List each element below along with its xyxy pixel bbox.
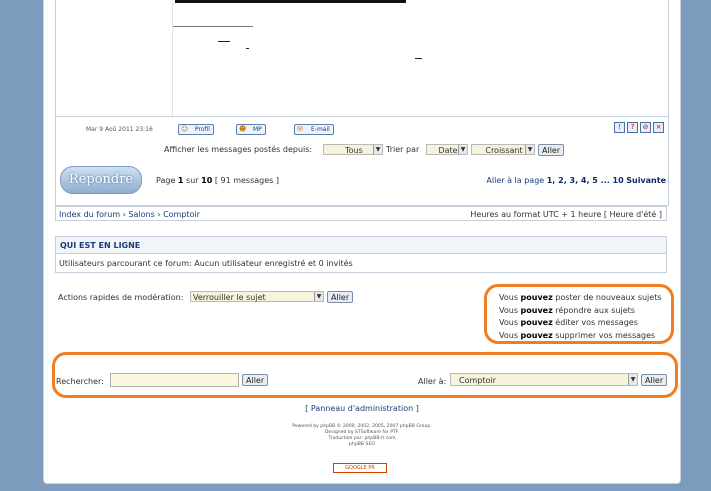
post-date: Mar 9 Aoû 2011 23:16 bbox=[86, 126, 153, 133]
permission-item: Vous pouvez supprimer vos messages bbox=[499, 330, 662, 343]
who-is-online-panel: QUI EST EN LIGNE Utilisateurs parcourant… bbox=[55, 236, 667, 273]
permission-text: éditer vos messages bbox=[555, 318, 638, 327]
footer-seo[interactable]: phpBB SEO bbox=[44, 442, 680, 448]
chevron-down-icon: ▼ bbox=[373, 145, 382, 154]
moderation-select-value: Verrouiller le sujet bbox=[193, 293, 266, 302]
page-total: 10 bbox=[201, 176, 213, 185]
chevron-down-icon: ▼ bbox=[458, 145, 467, 154]
moderation-go-button[interactable]: Aller bbox=[327, 291, 354, 303]
jump-go-button[interactable]: Aller bbox=[641, 374, 668, 386]
breadcrumb: Index du forum › Salons › Comptoir bbox=[59, 210, 200, 219]
breadcrumb-separator: › bbox=[157, 210, 161, 219]
email-button[interactable]: ✉ E-mail bbox=[294, 124, 334, 135]
pm-button-label: MP bbox=[253, 126, 262, 133]
permission-strong: pouvez bbox=[520, 330, 553, 340]
permission-item: Vous pouvez éditer vos messages bbox=[499, 317, 662, 330]
permissions-list: Vous pouvez poster de nouveaux sujets Vo… bbox=[499, 292, 662, 342]
chevron-down-icon: ▼ bbox=[525, 145, 534, 154]
order-select-value: Croissant bbox=[485, 146, 523, 155]
permission-strong: pouvez bbox=[520, 318, 553, 327]
who-is-online-title: QUI EST EN LIGNE bbox=[56, 237, 666, 254]
page-info: Page 1 sur 10 [ 91 messages ] bbox=[156, 176, 279, 185]
display-label: Afficher les messages postés depuis: bbox=[164, 145, 313, 154]
search-input[interactable] bbox=[110, 373, 239, 387]
email-button-label: E-mail bbox=[311, 126, 330, 133]
post-container: Mar 9 Aoû 2011 23:16 ☺ Profil ☻ MP ✉ E-m… bbox=[55, 0, 669, 138]
display-select-value: Tous bbox=[345, 146, 363, 155]
post-mark bbox=[218, 41, 230, 42]
permission-pre: Vous bbox=[499, 330, 518, 340]
page-links[interactable]: 1, 2, 3, 4, 5 ... 10 bbox=[547, 176, 624, 185]
permission-pre: Vous bbox=[499, 305, 518, 315]
breadcrumb-separator: › bbox=[122, 210, 126, 219]
display-select[interactable]: Tous ▼ bbox=[323, 144, 383, 155]
post-mark bbox=[246, 48, 249, 49]
permission-text: poster de nouveaux sujets bbox=[555, 293, 662, 302]
info-icon[interactable]: ? bbox=[627, 122, 638, 133]
forum-jump-value: Comptoir bbox=[459, 376, 496, 385]
permission-item: Vous pouvez répondre aux sujets bbox=[499, 305, 662, 318]
profile-button[interactable]: ☺ Profil bbox=[178, 124, 214, 135]
breadcrumb-comptoir[interactable]: Comptoir bbox=[163, 210, 200, 219]
permission-strong: pouvez bbox=[520, 305, 553, 315]
report-icon[interactable]: ! bbox=[614, 122, 625, 133]
sort-bar: Afficher les messages postés depuis: Tou… bbox=[56, 137, 668, 156]
sort-label: Trier par bbox=[386, 145, 420, 154]
post-mark bbox=[415, 58, 422, 59]
email-icon: ✉ bbox=[297, 125, 303, 133]
forum-page: Mar 9 Aoû 2011 23:16 ☺ Profil ☻ MP ✉ E-m… bbox=[43, 0, 681, 484]
next-page-link[interactable]: Suivante bbox=[626, 176, 666, 185]
permission-pre: Vous bbox=[499, 293, 518, 302]
permission-text: supprimer vos messages bbox=[555, 330, 656, 340]
topic-controls: Afficher les messages postés depuis: Tou… bbox=[55, 137, 669, 206]
breadcrumb-bar: Index du forum › Salons › Comptoir Heure… bbox=[55, 206, 667, 221]
post-rule bbox=[173, 26, 253, 27]
pm-button[interactable]: ☻ MP bbox=[236, 124, 266, 135]
delete-icon[interactable]: × bbox=[653, 122, 664, 133]
page-current: 1 bbox=[177, 176, 184, 185]
post-separator bbox=[56, 116, 668, 117]
search-go-button[interactable]: Aller bbox=[242, 374, 269, 386]
permission-pre: Vous bbox=[499, 318, 518, 327]
chevron-down-icon: ▼ bbox=[628, 374, 637, 385]
post-action-icons: !? ⊘ × bbox=[612, 122, 664, 133]
permission-strong: pouvez bbox=[520, 293, 553, 302]
sort-go-button[interactable]: Aller bbox=[538, 144, 565, 156]
timezone-info: Heures au format UTC + 1 heure [ Heure d… bbox=[470, 210, 662, 219]
footer: Powered by phpBB © 2000, 2002, 2005, 200… bbox=[44, 424, 680, 448]
chevron-down-icon: ▼ bbox=[314, 292, 323, 301]
user-icon: ☺ bbox=[181, 125, 189, 133]
page-jump: Aller à la page 1, 2, 3, 4, 5 ... 10 Sui… bbox=[486, 176, 666, 185]
permission-item: Vous pouvez poster de nouveaux sujets bbox=[499, 292, 662, 305]
admin-panel-link[interactable]: [ Panneau d'administration ] bbox=[44, 404, 680, 413]
profile-button-label: Profil bbox=[195, 126, 210, 133]
message-count: [ 91 messages ] bbox=[214, 176, 279, 185]
reply-button[interactable]: Repondre bbox=[60, 166, 142, 194]
order-select[interactable]: Croissant ▼ bbox=[471, 144, 535, 155]
post-image bbox=[175, 0, 406, 3]
breadcrumb-salons[interactable]: Salons bbox=[128, 210, 154, 219]
sort-select-value: Date bbox=[438, 146, 458, 155]
breadcrumb-index[interactable]: Index du forum bbox=[59, 210, 120, 219]
permission-text: répondre aux sujets bbox=[555, 305, 635, 315]
users-icon: ☻ bbox=[239, 125, 247, 133]
page-mid: sur bbox=[186, 176, 199, 185]
page-prefix: Page bbox=[156, 176, 176, 185]
sort-select[interactable]: Date ▼ bbox=[426, 144, 468, 155]
jump-label: Aller à: bbox=[418, 377, 447, 386]
who-is-online-text: Utilisateurs parcourant ce forum: Aucun … bbox=[59, 259, 353, 268]
page-jump-prefix: Aller à la page bbox=[486, 176, 545, 185]
forum-jump-select[interactable]: Comptoir ▼ bbox=[450, 373, 638, 386]
warn-icon[interactable]: ⊘ bbox=[640, 122, 651, 133]
google-pr-badge: GOOGLE PR bbox=[333, 463, 387, 473]
moderation-select[interactable]: Verrouiller le sujet ▼ bbox=[190, 291, 324, 302]
moderation-label: Actions rapides de modération: bbox=[58, 293, 184, 302]
search-label: Rechercher: bbox=[56, 377, 104, 386]
post-author-column bbox=[56, 0, 173, 116]
